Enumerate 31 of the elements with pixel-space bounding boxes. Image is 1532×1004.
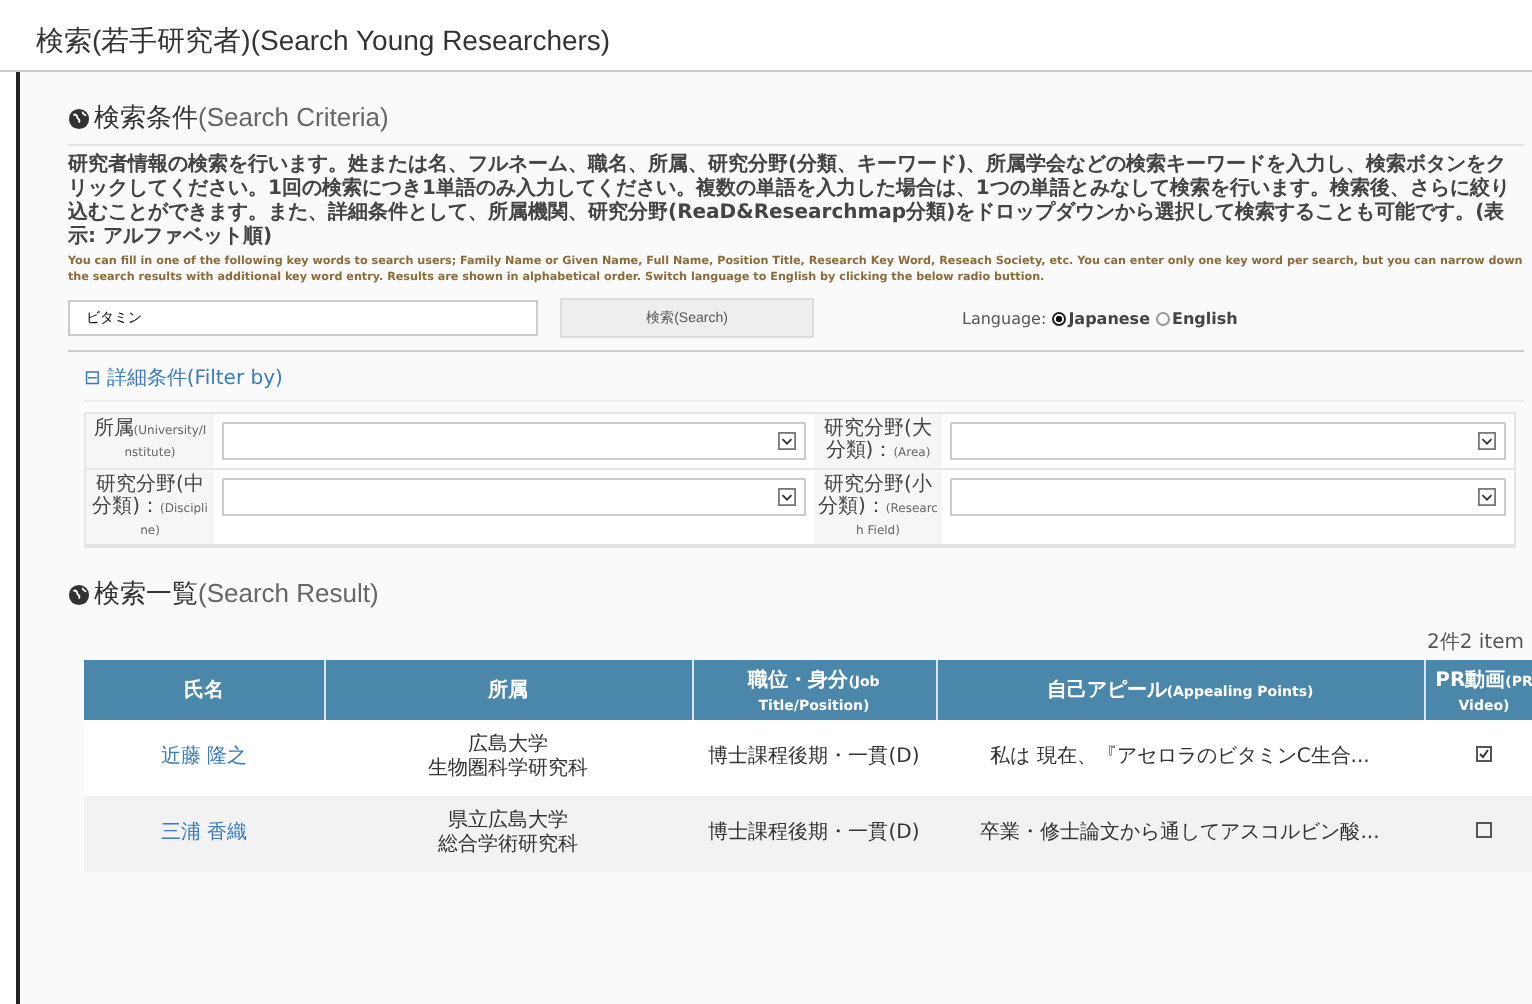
radio-button[interactable]: [1156, 311, 1170, 325]
researcher-name-link[interactable]: 三浦 香織: [84, 796, 324, 872]
caret-icon: [778, 488, 796, 506]
dropdown[interactable]: [950, 422, 1506, 460]
globe-icon: [68, 583, 90, 605]
radio-label[interactable]: English: [1172, 309, 1238, 327]
radio-label[interactable]: Japanese: [1068, 309, 1150, 327]
filter-heading[interactable]: 詳細条件(Filter by): [106, 364, 283, 392]
dropdown[interactable]: [950, 478, 1506, 516]
table-cell: 卒業・修士論文から通してアスコルビン酸...: [936, 796, 1424, 872]
collapse-toggle[interactable]: ⊟: [84, 367, 101, 389]
section-heading: 検索条件(Search Criteria): [94, 100, 389, 136]
table-cell: 私は 現在、『アセロラのビタミンC生合...: [936, 720, 1424, 796]
dropdown[interactable]: [222, 422, 806, 460]
result-count: 2件2 item: [1425, 630, 1524, 656]
table-cell: 博士課程後期・一貫(D): [692, 720, 936, 796]
caret-icon: [778, 432, 796, 450]
table-cell: 博士課程後期・一貫(D): [692, 796, 936, 872]
language-label: Language:: [962, 309, 1047, 327]
dropdown[interactable]: [222, 478, 806, 516]
globe-icon: [68, 107, 90, 129]
section-heading: 検索一覧(Search Result): [94, 576, 379, 612]
caret-icon: [1478, 488, 1496, 506]
column-header: 所属: [324, 660, 692, 720]
radio-button[interactable]: [1052, 311, 1067, 325]
researcher-name-link[interactable]: 近藤 隆之: [84, 720, 324, 796]
table-cell: 広島大学 生物圏科学研究科: [324, 720, 692, 796]
column-header: 氏名: [84, 660, 324, 720]
description-text: 研究者情報の検索を行います。姓または名、フルネーム、職名、所属、研究分野(分類、キーワード)、所属学会などの検索キーワードを入力し、検索ボタンをクリックしてください。1回の検索につき1単語のみ入力してください。複数の単語を入力した場合は、1つの単語とみなして検索を行います。検索後、さらに絞り込むことができます。また、詳細条件として、所属機関、研究分野(ReaD&Researchmap分類)をドロップダウンから選択して検索することも可能です。(表示: アルファベット順): [68, 154, 1512, 250]
caret-icon: [1478, 432, 1496, 450]
table-cell: 県立広島大学 総合学術研究科: [324, 796, 692, 872]
